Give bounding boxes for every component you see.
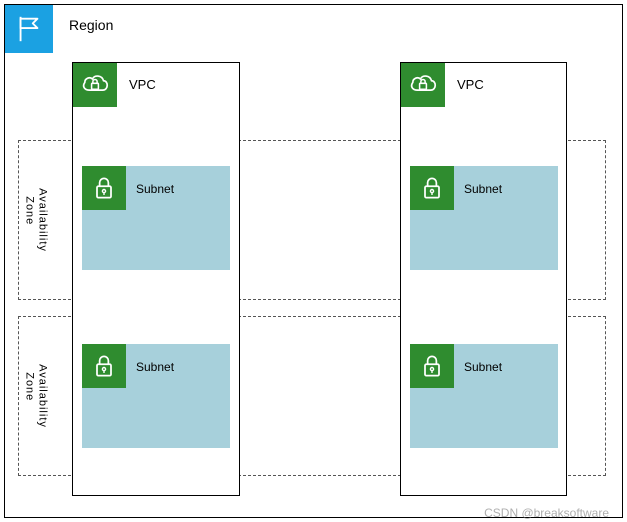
lock-icon <box>410 344 454 388</box>
vpc-left-label: VPC <box>129 77 156 92</box>
lock-icon <box>410 166 454 210</box>
subnet-top-right-label: Subnet <box>464 182 502 196</box>
vpc-right-label: VPC <box>457 77 484 92</box>
flag-icon <box>5 5 53 53</box>
lock-icon <box>82 344 126 388</box>
subnet-top-right: Subnet <box>410 166 558 270</box>
availability-zone-2-label: Availability Zone <box>23 364 48 428</box>
cloud-lock-icon <box>73 63 117 107</box>
subnet-top-left-label: Subnet <box>136 182 174 196</box>
subnet-bottom-left: Subnet <box>82 344 230 448</box>
availability-zone-1-label: Availability Zone <box>23 188 48 252</box>
subnet-bottom-left-label: Subnet <box>136 360 174 374</box>
subnet-bottom-right-label: Subnet <box>464 360 502 374</box>
subnet-top-left: Subnet <box>82 166 230 270</box>
cloud-lock-icon <box>401 63 445 107</box>
lock-icon <box>82 166 126 210</box>
region-label: Region <box>69 17 113 33</box>
subnet-bottom-right: Subnet <box>410 344 558 448</box>
